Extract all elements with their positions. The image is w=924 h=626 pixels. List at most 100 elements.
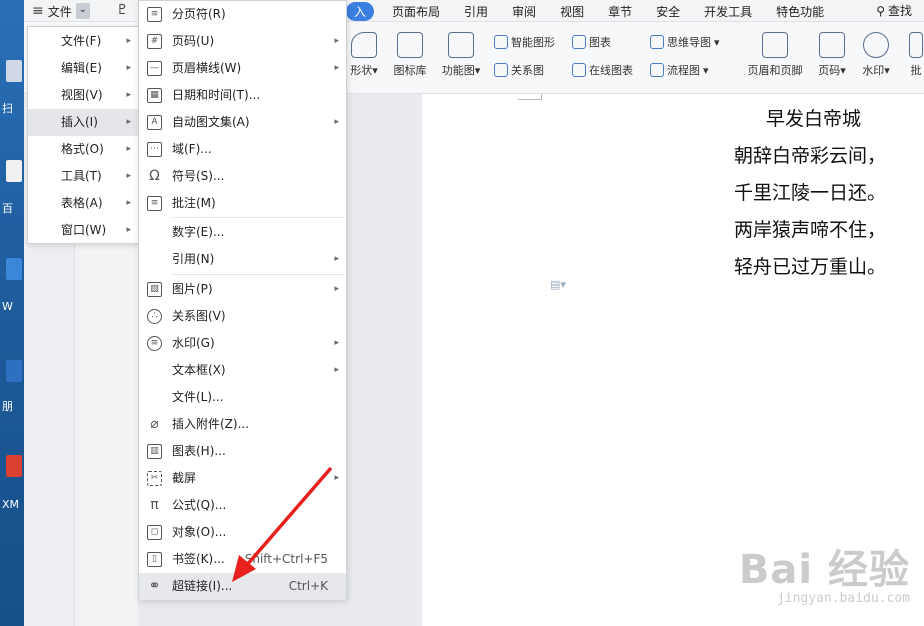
- page-number-button[interactable]: 页码▾: [814, 32, 850, 78]
- desktop-app-icon[interactable]: [6, 360, 22, 382]
- header-footer-button[interactable]: 页眉和页脚: [744, 32, 806, 78]
- menu-item-label: 日期和时间(T)...: [172, 88, 261, 102]
- menu-item-tools[interactable]: 工具(T) ▸: [28, 163, 138, 190]
- menu-item-label: 格式(O): [61, 142, 104, 156]
- menu-item-relation[interactable]: ∴ 关系图(V): [139, 303, 346, 330]
- menu-item-label: 文件(F): [61, 34, 102, 48]
- smart-art-icon: [494, 35, 508, 49]
- online-chart-label: 在线图表: [589, 64, 633, 77]
- watermark-button[interactable]: 水印▾: [858, 32, 894, 78]
- relation-button[interactable]: 关系图: [494, 62, 544, 78]
- mindmap-label: 思维导图: [667, 36, 711, 49]
- tab-security[interactable]: 安全: [644, 3, 692, 20]
- relation-label: 关系图: [511, 64, 544, 77]
- hamburger-icon: ≡: [32, 3, 44, 19]
- menu-item-comment[interactable]: ≡ 批注(M): [139, 190, 346, 217]
- menu-item-label: 编辑(E): [61, 61, 102, 75]
- menu-item-bookmark[interactable]: ▯ 书签(K)... Shift+Ctrl+F5: [139, 546, 346, 573]
- format-painter-icon[interactable]: ♇: [116, 2, 129, 18]
- poem-line: 两岸猿声啼不住，: [734, 219, 887, 241]
- menu-item-window[interactable]: 窗口(W) ▸: [28, 217, 138, 244]
- comment-icon: ≡: [147, 196, 162, 211]
- tab-review[interactable]: 审阅: [500, 3, 548, 20]
- desktop-app-icon[interactable]: [6, 60, 22, 82]
- menu-item-textbox[interactable]: 文本框(X) ▸: [139, 357, 346, 384]
- insert-submenu: ≡ 分页符(R) # 页码(U) ▸ — 页眉横线(W) ▸ ▦ 日期和时间(T)... A…: [138, 0, 347, 600]
- chevron-right-icon: ▸: [334, 63, 339, 73]
- menu-item-page-break[interactable]: ≡ 分页符(R): [139, 1, 346, 28]
- search-icon: ⚲: [876, 3, 885, 18]
- tab-features[interactable]: 特色功能: [764, 3, 836, 20]
- menu-item-number[interactable]: 数字(E)...: [139, 219, 346, 246]
- menu-item-label: 分页符(R): [172, 7, 226, 21]
- comment-icon: [909, 32, 923, 58]
- relation-icon: ∴: [147, 309, 162, 324]
- smart-art-button[interactable]: 智能图形: [494, 34, 555, 50]
- chevron-down-icon[interactable]: ⌄: [75, 3, 90, 19]
- menu-item-attachment[interactable]: ⌀ 插入附件(Z)...: [139, 411, 346, 438]
- tab-developer[interactable]: 开发工具: [692, 3, 764, 20]
- flowchart-button[interactable]: 流程图 ▾: [650, 62, 709, 78]
- poem-text[interactable]: 早发白帝城 朝辞白帝彩云间， 千里江陵一日还。 两岸猿声啼不住， 轻舟已过万重山…: [734, 104, 924, 289]
- menu-item-screenshot[interactable]: ✂ 截屏 ▸: [139, 465, 346, 492]
- file-menu-button[interactable]: ≡ 文件 ⌄: [32, 0, 90, 22]
- tab-view[interactable]: 视图: [548, 3, 596, 20]
- tab-page-layout[interactable]: 页面布局: [380, 3, 452, 20]
- tab-references[interactable]: 引用: [452, 3, 500, 20]
- comment-button[interactable]: 批: [908, 32, 924, 78]
- header-line-icon: —: [147, 61, 162, 76]
- desktop-app-icon[interactable]: [6, 160, 22, 182]
- page-break-icon: ≡: [147, 7, 162, 22]
- chevron-right-icon: ▸: [126, 63, 131, 73]
- chart-button[interactable]: 图表: [572, 34, 611, 50]
- menu-item-field[interactable]: ⋯ 域(F)...: [139, 136, 346, 163]
- chart-icon: ▥: [147, 444, 162, 459]
- chevron-right-icon: ▸: [126, 171, 131, 181]
- menu-item-object[interactable]: ◻ 对象(O)...: [139, 519, 346, 546]
- paragraph-icon[interactable]: ▤▾: [550, 278, 566, 291]
- autotext-icon: A: [147, 115, 162, 130]
- menu-item-reference[interactable]: 引用(N) ▸: [139, 246, 346, 273]
- chevron-right-icon: ▸: [126, 225, 131, 235]
- icon-library-label: 图标库: [393, 64, 427, 77]
- relation-icon: [494, 63, 508, 77]
- menu-item-page-number[interactable]: # 页码(U) ▸: [139, 28, 346, 55]
- menu-item-file[interactable]: 文件(F) ▸: [28, 28, 138, 55]
- menu-item-formula[interactable]: π 公式(Q)...: [139, 492, 346, 519]
- menu-item-date-time[interactable]: ▦ 日期和时间(T)...: [139, 82, 346, 109]
- menu-item-label: 页码(U): [172, 34, 215, 48]
- menu-item-picture[interactable]: ▨ 图片(P) ▸: [139, 276, 346, 303]
- chevron-right-icon: ▸: [334, 284, 339, 294]
- menu-item-format[interactable]: 格式(O) ▸: [28, 136, 138, 163]
- menu-item-insert[interactable]: 插入(I) ▸: [28, 109, 138, 136]
- menu-item-edit[interactable]: 编辑(E) ▸: [28, 55, 138, 82]
- tab-chapter[interactable]: 章节: [596, 3, 644, 20]
- desktop-app-icon[interactable]: [6, 258, 22, 280]
- function-chart-button[interactable]: 功能图▾: [438, 32, 484, 78]
- menu-item-symbol[interactable]: Ω 符号(S)...: [139, 163, 346, 190]
- menu-item-autotext[interactable]: A 自动图文集(A) ▸: [139, 109, 346, 136]
- search-button[interactable]: ⚲ 查找: [876, 2, 912, 19]
- menu-item-hyperlink[interactable]: ⚭ 超链接(I)... Ctrl+K: [139, 573, 346, 600]
- menu-item-header-line[interactable]: — 页眉横线(W) ▸: [139, 55, 346, 82]
- ribbon-tabs: 入 页面布局 引用 审阅 视图 章节 安全 开发工具 特色功能: [346, 0, 836, 22]
- menu-item-watermark[interactable]: ≡ 水印(G) ▸: [139, 330, 346, 357]
- tab-insert[interactable]: 入: [346, 1, 375, 21]
- chevron-right-icon: ▸: [126, 198, 131, 208]
- flowchart-icon: [650, 63, 664, 77]
- desktop-app-icon[interactable]: [6, 455, 22, 477]
- online-chart-button[interactable]: 在线图表: [572, 62, 633, 78]
- pi-icon: π: [150, 497, 159, 513]
- watermark-label: 水印: [862, 64, 885, 77]
- menu-item-chart[interactable]: ▥ 图表(H)...: [139, 438, 346, 465]
- shape-button[interactable]: 形状▾: [346, 32, 382, 78]
- menu-item-view[interactable]: 视图(V) ▸: [28, 82, 138, 109]
- icon-library-button[interactable]: 图标库: [390, 32, 430, 78]
- chevron-right-icon: ▸: [334, 365, 339, 375]
- menu-item-label: 图片(P): [172, 282, 213, 296]
- menu-item-file[interactable]: 文件(L)...: [139, 384, 346, 411]
- desktop-label: W: [2, 300, 13, 313]
- menu-item-table[interactable]: 表格(A) ▸: [28, 190, 138, 217]
- link-icon: ⚭: [148, 578, 161, 594]
- mindmap-button[interactable]: 思维导图 ▾: [650, 34, 720, 50]
